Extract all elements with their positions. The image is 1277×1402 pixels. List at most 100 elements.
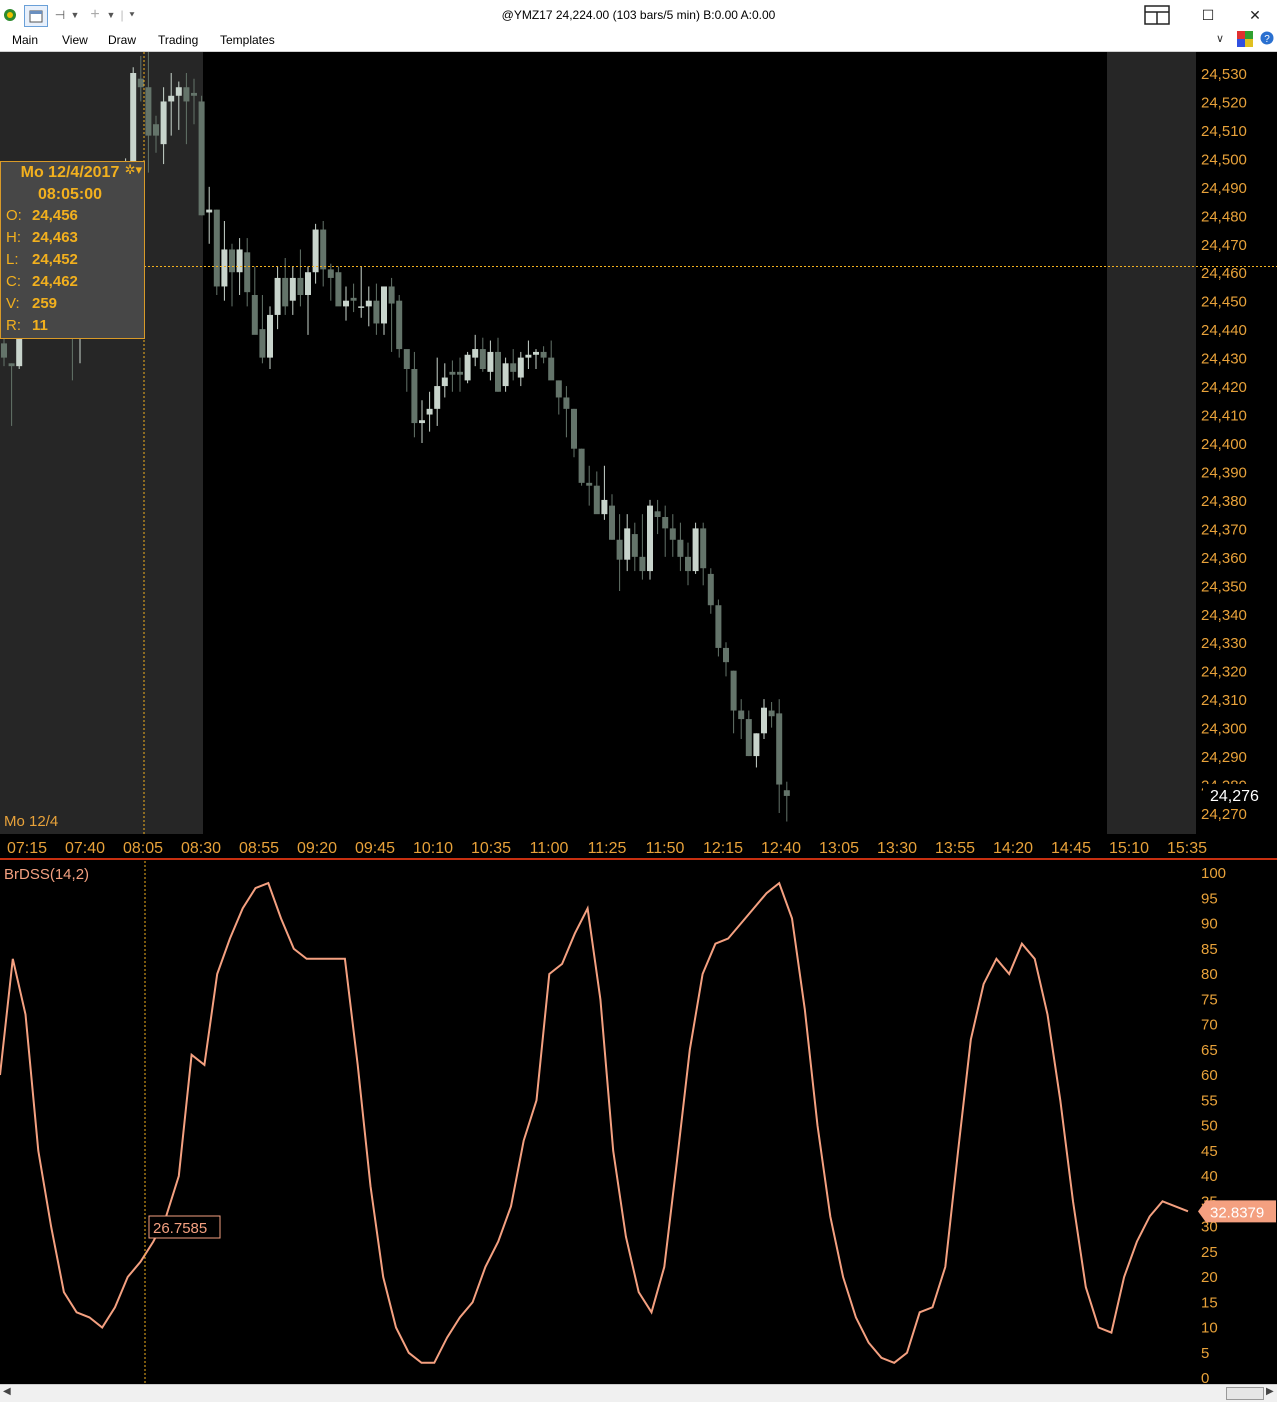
indicator-tick-label: 100	[1201, 865, 1226, 882]
candle-body	[738, 710, 745, 720]
info-value: 24,456	[32, 207, 78, 224]
indicator-tick-label: 5	[1201, 1345, 1209, 1362]
horizontal-scrollbar[interactable]: ◀ ▶	[0, 1384, 1277, 1402]
info-value: 24,462	[32, 273, 78, 290]
menu-draw[interactable]: Draw	[108, 33, 136, 47]
candle-body	[578, 448, 585, 483]
price-tick-label: 24,530	[1201, 66, 1247, 83]
candle-body	[381, 286, 387, 324]
candle-body	[510, 363, 517, 372]
time-tick-label: 08:55	[239, 840, 279, 857]
menu-view[interactable]: View	[62, 33, 88, 47]
help-icon[interactable]: ?	[1260, 31, 1274, 48]
candle-body	[297, 277, 304, 295]
ohlc-info-box[interactable]: ✲▾ Mo 12/4/2017 08:05:00 O: 24,456 H: 24,4…	[0, 161, 145, 339]
price-tick-label: 24,390	[1201, 464, 1247, 481]
candle-body	[707, 573, 714, 606]
candle-body	[723, 647, 729, 663]
color-grid-glyph-icon	[1237, 31, 1253, 47]
menu-chevron-icon[interactable]: ∨	[1216, 32, 1224, 45]
menu-main[interactable]: Main	[12, 33, 38, 47]
candle-body	[761, 707, 767, 734]
time-tick-label: 08:30	[181, 840, 221, 857]
candle-body	[183, 87, 190, 102]
indicator-tick-label: 90	[1201, 916, 1218, 933]
info-value: 259	[32, 295, 58, 312]
info-date: Mo 12/4/2017	[20, 164, 120, 181]
indicator-tick-label: 50	[1201, 1118, 1218, 1135]
candle-body	[654, 511, 661, 517]
price-tick-label: 24,290	[1201, 749, 1247, 766]
candle-body	[601, 499, 608, 515]
candle-body	[244, 252, 251, 293]
time-tick-label: 15:35	[1167, 840, 1207, 857]
candle-body	[700, 528, 707, 569]
price-tick-label: 24,400	[1201, 436, 1247, 453]
scroll-right-icon[interactable]: ▶	[1266, 1386, 1274, 1397]
candle-body	[229, 249, 235, 273]
candle-body	[206, 209, 213, 213]
candle-body	[335, 272, 342, 307]
time-tick-label: 09:45	[355, 840, 395, 857]
time-tick-label: 07:40	[65, 840, 105, 857]
candle-body	[153, 124, 159, 136]
indicator-tick-label: 45	[1201, 1143, 1218, 1160]
info-value: 11	[32, 317, 48, 334]
info-row-open: O: 24,456	[6, 207, 78, 224]
indicator-tick-label: 55	[1201, 1092, 1218, 1109]
candle-body	[753, 733, 760, 757]
candle-body	[8, 363, 15, 367]
indicator-plot-area	[0, 861, 1277, 1384]
info-label: R:	[6, 317, 21, 334]
time-tick-label: 14:45	[1051, 840, 1091, 857]
price-tick-label: 24,340	[1201, 607, 1247, 624]
scroll-left-icon[interactable]: ◀	[3, 1386, 11, 1397]
candle-body	[396, 300, 403, 350]
info-row-low: L: 24,452	[6, 251, 78, 268]
window-title: @YMZ17 24,224.00 (103 bars/5 min) B:0.00…	[501, 8, 776, 22]
price-tick-label: 24,500	[1201, 151, 1247, 168]
layout-glyph-icon	[1144, 5, 1170, 25]
pane-separator[interactable]	[0, 858, 1277, 860]
time-tick-label: 11:50	[646, 840, 685, 857]
color-grid-icon[interactable]	[1237, 31, 1253, 50]
candle-body	[426, 408, 433, 415]
candle-body	[343, 300, 349, 307]
candle-body	[274, 277, 281, 315]
info-label: C:	[6, 273, 21, 290]
info-label: H:	[6, 229, 21, 246]
time-tick-label: 08:05	[123, 840, 163, 857]
indicator-tick-label: 95	[1201, 890, 1218, 907]
candle-body	[373, 300, 380, 324]
time-tick-label: 11:00	[530, 840, 569, 857]
candle-body	[616, 539, 623, 560]
close-button[interactable]: ✕	[1237, 3, 1273, 27]
price-tick-label: 24,370	[1201, 521, 1247, 538]
price-tick-label: 24,470	[1201, 237, 1247, 254]
candle-body	[251, 295, 258, 335]
scroll-thumb[interactable]	[1226, 1387, 1264, 1400]
help-glyph-icon: ?	[1260, 31, 1274, 45]
info-label: O:	[6, 207, 22, 224]
candle-body	[16, 337, 23, 367]
candle-body	[768, 710, 775, 717]
menu-trading[interactable]: Trading	[158, 33, 198, 47]
price-tick-label: 24,310	[1201, 692, 1247, 709]
info-label: V:	[6, 295, 20, 312]
candle-body	[563, 397, 570, 409]
price-chart[interactable]: 24,530 24,520 24,510 24,500 24,490 24,480 24,4…	[0, 52, 1277, 860]
title-bar: ⊣ ▼ + ▼ | ⯆ @YMZ17 24,224.00 (103 bars/5…	[0, 0, 1277, 30]
time-tick-label: 15:10	[1109, 840, 1149, 857]
candle-body	[320, 229, 327, 270]
session-label: Mo 12/4	[4, 813, 58, 830]
indicator-chart[interactable]: BrDSS(14,2)10095908580757065605550454035…	[0, 861, 1277, 1384]
maximize-button[interactable]: ☐	[1190, 3, 1226, 27]
candle-body	[358, 306, 365, 308]
candle-body	[609, 505, 615, 540]
candle-body	[365, 300, 372, 307]
candle-body	[403, 349, 410, 369]
candle-body	[783, 790, 790, 796]
candle-body	[213, 209, 220, 287]
menu-templates[interactable]: Templates	[220, 33, 275, 47]
layout-icon[interactable]	[1139, 3, 1175, 27]
